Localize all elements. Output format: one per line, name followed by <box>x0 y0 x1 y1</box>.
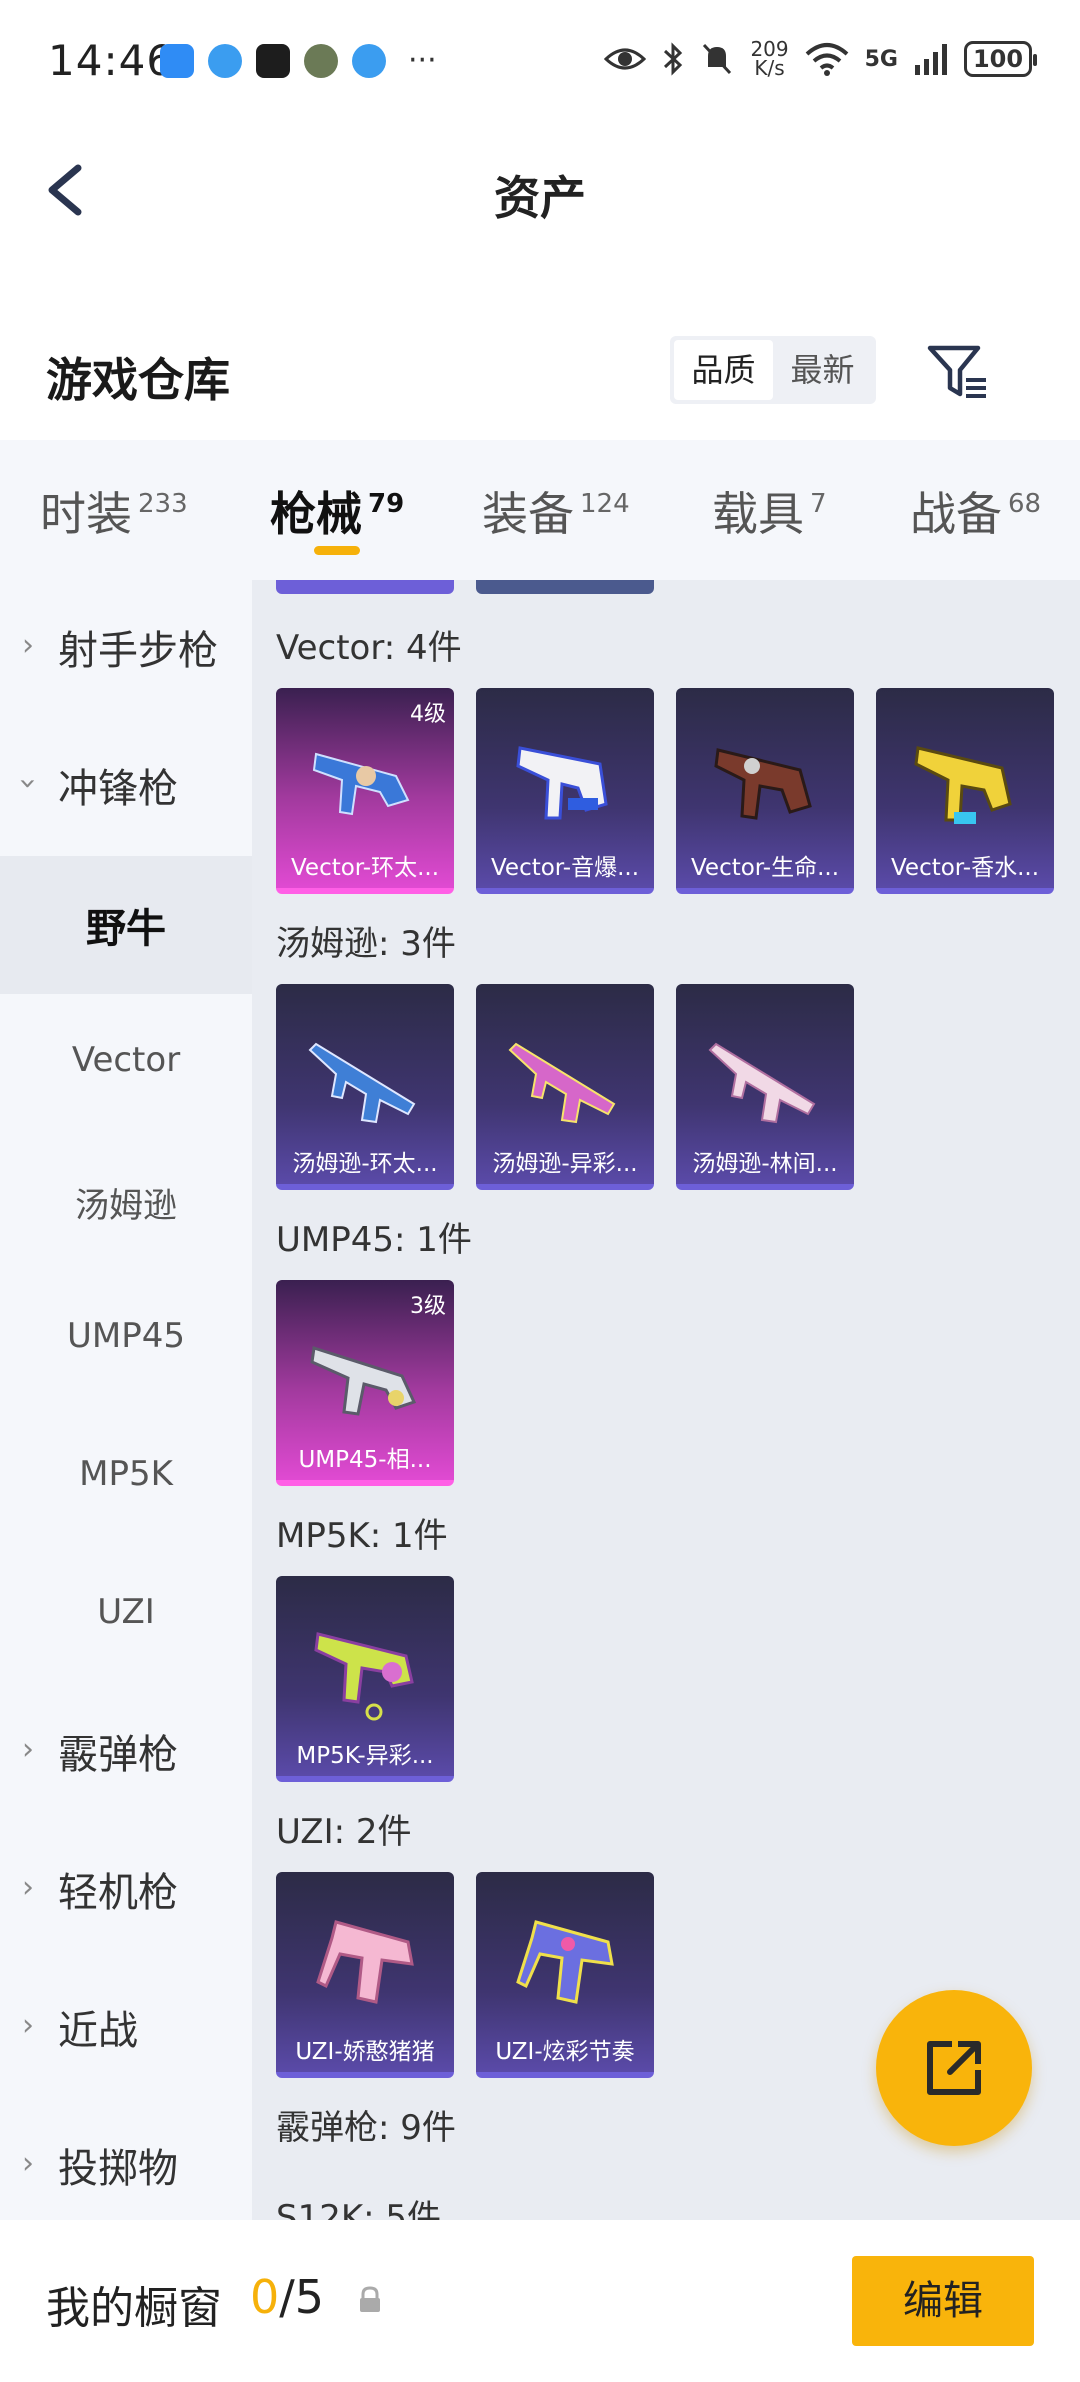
share-fab-button[interactable] <box>876 1990 1032 2146</box>
group-label-s12k: S12K: 5件 <box>276 2198 442 2220</box>
tab-guns[interactable]: 枪械 79 <box>270 478 404 544</box>
partial-card[interactable] <box>276 580 454 594</box>
weapon-grid: Vector: 4件 4级 Vector-环太... Vector-音爆... … <box>252 580 1080 2220</box>
gun-image <box>310 1346 417 1416</box>
status-time: 14:46 <box>48 36 175 85</box>
chevron-down-icon: › <box>10 777 46 790</box>
weapon-card[interactable]: 汤姆逊-林间... <box>676 984 854 1190</box>
soul-app-icon <box>256 44 290 78</box>
showcase-label: 我的橱窗 <box>46 2283 222 2334</box>
gun-image <box>314 1632 414 1721</box>
group-label-uzi: UZI: 2件 <box>276 1812 412 1852</box>
status-indicators: 209 K/s 5G 100 <box>604 37 1037 80</box>
weapon-card[interactable]: 汤姆逊-异彩... <box>476 984 654 1190</box>
more-notifications-icon: ··· <box>408 43 437 78</box>
section-title: 游戏仓库 <box>46 353 230 407</box>
sidebar-item-shotgun[interactable]: › 霰弹枪 <box>0 1684 252 1822</box>
weapon-type-sidebar: › 射手步枪 › 冲锋枪 野牛 Vector 汤姆逊 UMP45 MP5K UZ… <box>0 580 252 2220</box>
notification-icons: ··· <box>160 44 437 78</box>
tab-equipment[interactable]: 装备 124 <box>482 478 630 544</box>
group-label-vector: Vector: 4件 <box>276 628 462 668</box>
weapon-card[interactable]: 汤姆逊-环太... <box>276 984 454 1190</box>
sidebar-item-smg[interactable]: › 冲锋枪 <box>0 718 252 856</box>
signal-icon <box>915 44 947 75</box>
gun-image <box>914 746 1012 824</box>
warehouse-header: 游戏仓库 品质 最新 <box>0 320 1080 440</box>
gun-image <box>708 1042 816 1124</box>
chevron-right-icon: › <box>22 1870 34 1905</box>
sort-toggle: 品质 最新 <box>670 336 876 404</box>
chevron-right-icon: › <box>22 1732 34 1767</box>
weapon-card[interactable]: Vector-生命... <box>676 688 854 894</box>
browser-app-icon <box>208 44 242 78</box>
sidebar-item-vector[interactable]: Vector <box>0 994 252 1132</box>
tab-fashion[interactable]: 时装 233 <box>40 478 188 544</box>
gun-image <box>308 1042 416 1124</box>
category-tabs: 时装 233 枪械 79 装备 124 载具 7 战备 68 <box>0 440 1080 580</box>
page-title: 资产 <box>494 171 586 225</box>
gun-image <box>516 746 608 820</box>
status-bar: 14:46 ··· 209 K/s 5G 100 <box>0 0 1080 120</box>
weapon-card[interactable]: 4级 Vector-环太... <box>276 688 454 894</box>
sidebar-item-marksman-rifle[interactable]: › 射手步枪 <box>0 580 252 718</box>
group-label-thompson: 汤姆逊: 3件 <box>276 924 456 964</box>
eye-icon <box>604 48 647 70</box>
weapon-card[interactable]: MP5K-异彩... <box>276 1576 454 1782</box>
battery-icon: 100 <box>964 41 1037 77</box>
edit-button[interactable]: 编辑 <box>852 2256 1034 2346</box>
weapon-card[interactable]: 3级 UMP45-相... <box>276 1280 454 1486</box>
sort-by-newest[interactable]: 最新 <box>773 340 872 400</box>
gun-image <box>508 1042 616 1124</box>
mute-icon <box>703 43 732 75</box>
gun-image <box>714 748 812 820</box>
sidebar-item-ump45[interactable]: UMP45 <box>0 1270 252 1408</box>
browser-app-icon-2 <box>352 44 386 78</box>
network-rate: 209 K/s <box>750 37 789 80</box>
group-label-mp5k: MP5K: 1件 <box>276 1516 448 1556</box>
bluetooth-icon <box>664 42 683 76</box>
sidebar-item-mp5k[interactable]: MP5K <box>0 1408 252 1546</box>
app-header: 资产 <box>0 120 1080 260</box>
sidebar-item-thompson[interactable]: 汤姆逊 <box>0 1132 252 1270</box>
avatar-app-icon <box>304 44 338 78</box>
external-link-icon <box>927 2041 981 2095</box>
chevron-right-icon: › <box>22 628 34 663</box>
weapon-card[interactable]: UZI-炫彩节奏 <box>476 1872 654 2078</box>
sidebar-item-bizon[interactable]: 野牛 <box>0 856 252 994</box>
tab-combat-gear[interactable]: 战备 68 <box>910 478 1041 544</box>
group-label-ump45: UMP45: 1件 <box>276 1220 472 1260</box>
sidebar-item-uzi[interactable]: UZI <box>0 1546 252 1684</box>
filter-icon[interactable] <box>926 340 990 404</box>
wifi-icon <box>805 43 848 76</box>
gun-image <box>316 1920 414 2004</box>
weapon-card[interactable]: UZI-娇憨猪猪 <box>276 1872 454 2078</box>
weapon-card[interactable]: Vector-香水... <box>876 688 1054 894</box>
weapon-card[interactable]: Vector-音爆... <box>476 688 654 894</box>
partial-card[interactable] <box>476 580 654 594</box>
chevron-right-icon: › <box>22 2008 34 2043</box>
lock-icon <box>360 2286 380 2312</box>
sidebar-item-melee[interactable]: › 近战 <box>0 1960 252 2098</box>
gun-image <box>312 752 410 816</box>
group-label-shotgun: 霰弹枪: 9件 <box>276 2108 456 2148</box>
showcase-count: 0/5 <box>250 2270 325 2324</box>
sidebar-item-throwables[interactable]: › 投掷物 <box>0 2098 252 2220</box>
showcase-bar: 我的橱窗 0/5 编辑 <box>0 2220 1080 2382</box>
gun-image <box>516 1920 614 2004</box>
sort-by-quality[interactable]: 品质 <box>674 340 773 400</box>
network-type: 5G <box>864 46 898 72</box>
active-tab-indicator <box>314 546 360 555</box>
sidebar-item-lmg[interactable]: › 轻机枪 <box>0 1822 252 1960</box>
chevron-right-icon: › <box>22 2146 34 2181</box>
message-app-icon <box>160 44 194 78</box>
tab-vehicles[interactable]: 载具 7 <box>712 478 827 544</box>
